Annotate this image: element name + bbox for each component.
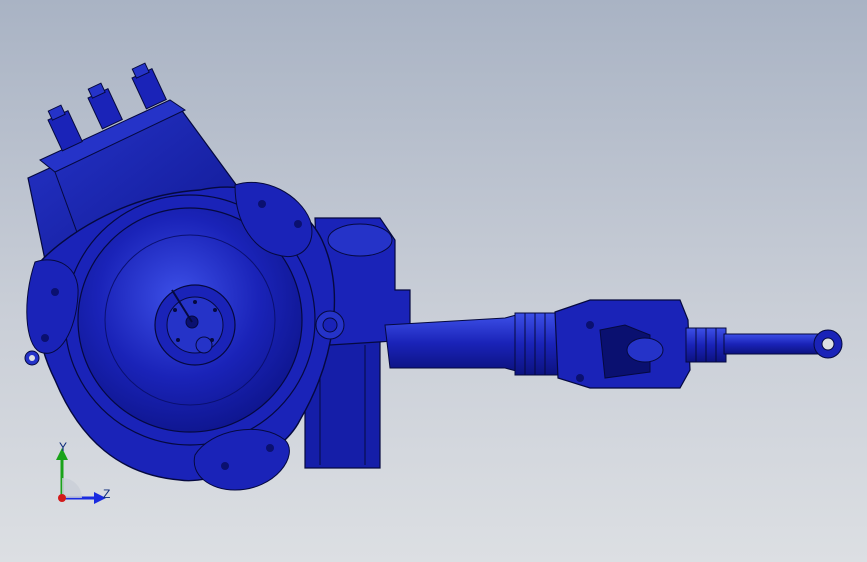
- cad-model-view[interactable]: [0, 0, 867, 562]
- y-axis-label: Y: [59, 440, 68, 454]
- origin-dot: [58, 494, 66, 502]
- coordinate-triad: [56, 448, 106, 504]
- output-shaft: [685, 327, 843, 363]
- z-axis-label: Z: [103, 487, 111, 501]
- universal-joint: [554, 299, 691, 389]
- cad-viewport[interactable]: Y Z: [0, 0, 867, 562]
- drive-shaft: [384, 312, 561, 376]
